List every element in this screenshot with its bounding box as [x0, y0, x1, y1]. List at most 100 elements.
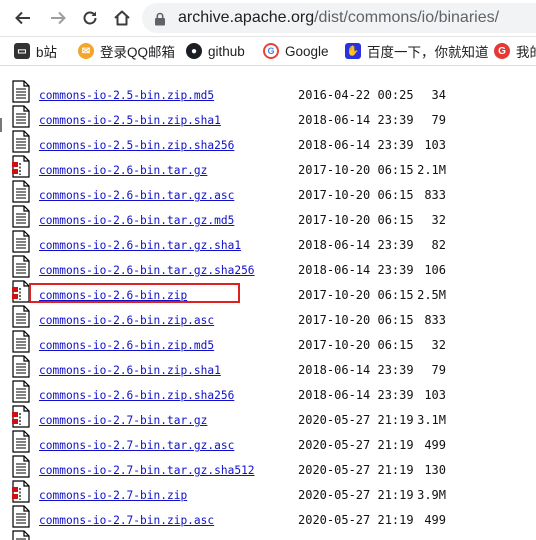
table-row: commons-io-2.7-bin.tar.gz 2020-05-27 21:1…	[0, 405, 536, 436]
text-file-icon[interactable]	[11, 430, 31, 453]
bookmarks-bar: ▭ b站 ✉ 登录QQ邮箱 ● github G Google ✋ 百度一下，你…	[0, 37, 536, 66]
file-link[interactable]: commons-io-2.6-bin.tar.gz.sha1	[39, 239, 241, 252]
file-size: 34	[431, 88, 446, 102]
bookmark-label: 登录QQ邮箱	[100, 45, 176, 60]
archive-file-icon[interactable]	[11, 155, 31, 178]
file-size: 833	[424, 313, 446, 327]
baidu-icon: ✋	[345, 43, 361, 59]
bookmark-bilibili[interactable]: ▭ b站	[14, 41, 57, 61]
lock-icon[interactable]	[154, 11, 166, 30]
file-size: 79	[431, 113, 446, 127]
url-host: archive.apache.org	[178, 9, 315, 26]
file-link[interactable]: commons-io-2.6-bin.tar.gz.asc	[39, 189, 234, 202]
table-row: commons-io-2.7-bin.zip.sha5122020-05-27 …	[0, 530, 536, 540]
text-file-icon[interactable]	[11, 355, 31, 378]
text-file-icon[interactable]	[11, 530, 31, 540]
file-date: 2018-06-14 23:39	[298, 238, 414, 252]
file-date: 2018-06-14 23:39	[298, 363, 414, 377]
text-file-icon[interactable]	[11, 455, 31, 478]
file-date: 2017-10-20 06:15	[298, 213, 414, 227]
page-gutter	[0, 66, 5, 540]
file-size: 32	[431, 338, 446, 352]
table-row: commons-io-2.5-bin.zip.sha256 2018-06-14 …	[0, 130, 536, 161]
file-size: 499	[424, 438, 446, 452]
file-date: 2018-06-14 23:39	[298, 388, 414, 402]
file-link[interactable]: commons-io-2.6-bin.zip	[39, 289, 187, 302]
bookmark-qq-mail[interactable]: ✉ 登录QQ邮箱	[78, 41, 175, 61]
text-file-icon[interactable]	[11, 255, 31, 278]
qq-mail-icon: ✉	[78, 43, 94, 59]
home-icon[interactable]	[110, 6, 134, 30]
file-link[interactable]: commons-io-2.5-bin.zip.md5	[39, 89, 214, 102]
bookmark-label: b站	[36, 45, 58, 60]
file-date: 2017-10-20 06:15	[298, 338, 414, 352]
file-link[interactable]: commons-io-2.6-bin.zip.md5	[39, 339, 214, 352]
file-size: 130	[424, 463, 446, 477]
file-date: 2017-10-20 06:15	[298, 163, 414, 177]
table-row: commons-io-2.6-bin.zip.sha1 2018-06-14 23…	[0, 355, 536, 386]
file-link[interactable]: commons-io-2.7-bin.tar.gz.sha512	[39, 464, 255, 477]
file-size: 2.5M	[417, 288, 446, 302]
bookmark-red[interactable]: G 我的	[494, 41, 536, 61]
back-arrow-icon[interactable]	[11, 6, 35, 30]
text-file-icon[interactable]	[11, 105, 31, 128]
text-file-icon[interactable]	[11, 180, 31, 203]
google-icon: G	[263, 43, 279, 59]
text-file-icon[interactable]	[11, 230, 31, 253]
file-link[interactable]: commons-io-2.6-bin.zip.sha1	[39, 364, 221, 377]
file-date: 2020-05-27 21:19	[298, 438, 414, 452]
table-row: commons-io-2.7-bin.tar.gz.sha512 2020-05-…	[0, 455, 536, 486]
file-size: 79	[431, 363, 446, 377]
file-link[interactable]: commons-io-2.6-bin.tar.gz.md5	[39, 214, 234, 227]
file-date: 2017-10-20 06:15	[298, 288, 414, 302]
bilibili-icon: ▭	[14, 43, 30, 59]
address-bar[interactable]: archive.apache.org/dist/commons/io/binar…	[142, 3, 536, 33]
url-text[interactable]: archive.apache.org/dist/commons/io/binar…	[178, 9, 499, 27]
file-date: 2017-10-20 06:15	[298, 188, 414, 202]
file-link[interactable]: commons-io-2.5-bin.zip.sha256	[39, 139, 234, 152]
file-date: 2018-06-14 23:39	[298, 113, 414, 127]
file-link[interactable]: commons-io-2.6-bin.tar.gz	[39, 164, 207, 177]
text-file-icon[interactable]	[11, 305, 31, 328]
file-link[interactable]: commons-io-2.7-bin.tar.gz.asc	[39, 439, 234, 452]
file-link[interactable]: commons-io-2.7-bin.zip.asc	[39, 514, 214, 527]
text-file-icon[interactable]	[11, 330, 31, 353]
table-row: commons-io-2.5-bin.zip.sha1 2018-06-14 23…	[0, 105, 536, 136]
file-link[interactable]: commons-io-2.5-bin.zip.sha1	[39, 114, 221, 127]
table-row: commons-io-2.6-bin.tar.gz.sha256 2018-06-…	[0, 255, 536, 286]
archive-file-icon[interactable]	[11, 480, 31, 503]
table-row: commons-io-2.6-bin.zip.asc 2017-10-20 06:…	[0, 305, 536, 336]
scroll-marker	[0, 118, 2, 132]
text-file-icon[interactable]	[11, 130, 31, 153]
file-size: 106	[424, 263, 446, 277]
text-file-icon[interactable]	[11, 205, 31, 228]
bookmark-label: Google	[285, 43, 329, 59]
bookmark-github[interactable]: ● github	[186, 41, 245, 61]
file-link[interactable]: commons-io-2.6-bin.zip.asc	[39, 314, 214, 327]
file-link[interactable]: commons-io-2.7-bin.tar.gz	[39, 414, 207, 427]
file-link[interactable]: commons-io-2.6-bin.zip.sha256	[39, 389, 234, 402]
forward-arrow-icon[interactable]	[46, 6, 70, 30]
file-size: 82	[431, 238, 446, 252]
table-row: commons-io-2.6-bin.tar.gz 2017-10-20 06:1…	[0, 155, 536, 186]
file-size: 3.1M	[417, 413, 446, 427]
file-listing: commons-io-2.5-bin.zip.md5 2016-04-22 00:…	[0, 66, 536, 540]
reload-icon[interactable]	[78, 6, 102, 30]
table-row: commons-io-2.6-bin.zip.md5 2017-10-20 06:…	[0, 330, 536, 361]
bookmark-baidu[interactable]: ✋ 百度一下，你就知道	[345, 41, 489, 61]
table-row: commons-io-2.6-bin.tar.gz.asc 2017-10-20 …	[0, 180, 536, 211]
file-size: 32	[431, 213, 446, 227]
github-icon: ●	[186, 43, 202, 59]
text-file-icon[interactable]	[11, 80, 31, 103]
file-size: 833	[424, 188, 446, 202]
table-row: commons-io-2.7-bin.tar.gz.asc 2020-05-27 …	[0, 430, 536, 461]
table-row: commons-io-2.7-bin.zip.asc 2020-05-27 21:…	[0, 505, 536, 536]
text-file-icon[interactable]	[11, 380, 31, 403]
file-link[interactable]: commons-io-2.7-bin.zip	[39, 489, 187, 502]
table-row: commons-io-2.7-bin.zip 2020-05-27 21:19 3.…	[0, 480, 536, 511]
archive-file-icon[interactable]	[11, 405, 31, 428]
file-link[interactable]: commons-io-2.6-bin.tar.gz.sha256	[39, 264, 255, 277]
archive-file-icon[interactable]	[11, 280, 31, 303]
text-file-icon[interactable]	[11, 505, 31, 528]
bookmark-google[interactable]: G Google	[263, 41, 329, 61]
